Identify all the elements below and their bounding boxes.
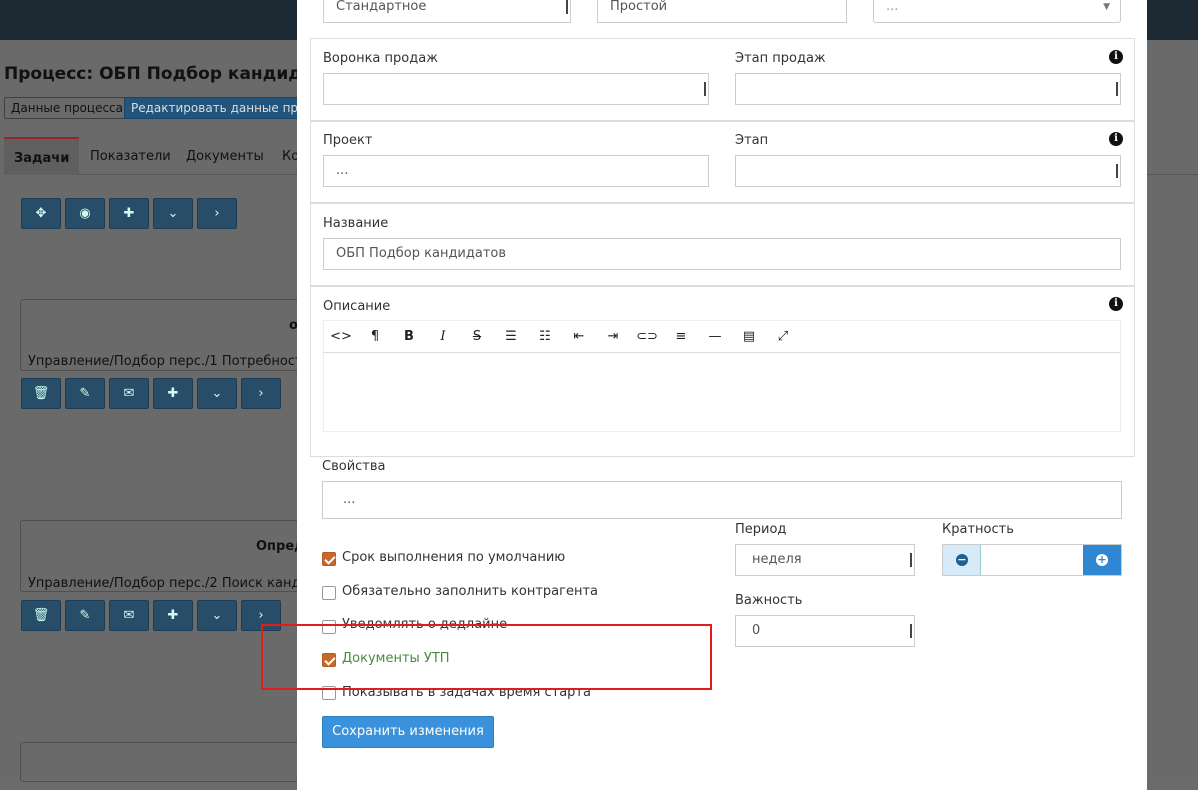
stage-select[interactable]	[735, 155, 1121, 187]
envelope-icon[interactable]: ✉	[109, 600, 149, 631]
kind-input[interactable]: Простой	[597, 0, 847, 23]
default-deadline-label[interactable]: Срок выполнения по умолчанию	[342, 550, 565, 565]
name-label: Название	[323, 216, 389, 231]
align-icon[interactable]: ≡	[666, 321, 696, 352]
period-select[interactable]: неделя	[735, 544, 915, 576]
require-contractor-label[interactable]: Обязательно заполнить контрагента	[342, 584, 598, 599]
info-icon[interactable]: i	[1109, 50, 1123, 64]
outdent-icon[interactable]: ⇤	[564, 321, 594, 352]
properties-input[interactable]: ...	[322, 481, 1122, 519]
type-select[interactable]: Стандартное	[323, 0, 571, 23]
highlight-rectangle	[261, 624, 712, 690]
paragraph-icon[interactable]: ¶	[360, 321, 390, 352]
sales-stage-select[interactable]	[735, 73, 1121, 105]
dropdown-select[interactable]: ... ▼	[873, 0, 1121, 23]
importance-label: Важность	[735, 593, 803, 608]
multiplicity-label: Кратность	[942, 522, 1014, 537]
chevron-down-icon[interactable]: ⌄	[153, 198, 193, 229]
description-editor[interactable]	[323, 353, 1121, 432]
italic-icon[interactable]: I	[428, 321, 458, 352]
decrement-button[interactable]: −	[943, 545, 981, 575]
move-icon[interactable]: ✥	[21, 198, 61, 229]
tab-indicators[interactable]: Показатели	[90, 137, 171, 175]
sales-stage-label: Этап продаж	[735, 51, 826, 66]
stage-label: Этап	[735, 133, 769, 148]
envelope-icon[interactable]: ✉	[109, 378, 149, 409]
link-icon[interactable]: ⊂⊃	[632, 321, 662, 352]
fullscreen-icon[interactable]: ⤢	[768, 321, 798, 352]
multiplicity-stepper: − +	[942, 544, 1122, 576]
importance-input[interactable]: 0	[735, 615, 915, 647]
period-label: Период	[735, 522, 787, 537]
dropdown-select-value: ...	[886, 0, 899, 14]
indent-icon[interactable]: ⇥	[598, 321, 628, 352]
info-icon[interactable]: i	[1109, 297, 1123, 311]
task-card[interactable]	[20, 742, 310, 782]
code-icon[interactable]: <>	[326, 321, 356, 352]
chevron-right-icon[interactable]: ›	[197, 198, 237, 229]
edit-process-button[interactable]: Редактировать данные процесса	[124, 97, 304, 119]
description-label: Описание	[323, 299, 391, 314]
plus-icon: +	[1096, 553, 1108, 566]
project-input[interactable]: ...	[323, 155, 709, 187]
plus-icon[interactable]: ✚	[109, 198, 149, 229]
plus-icon[interactable]: ✚	[153, 378, 193, 409]
require-contractor-checkbox[interactable]	[322, 586, 336, 600]
funnel-label: Воронка продаж	[323, 51, 438, 66]
save-button[interactable]: Сохранить изменения	[322, 716, 494, 748]
unordered-list-icon[interactable]: ☰	[496, 321, 526, 352]
increment-button[interactable]: +	[1083, 545, 1121, 575]
trash-icon[interactable]: 🗑	[21, 378, 61, 409]
funnel-select[interactable]	[323, 73, 709, 105]
minus-icon: −	[956, 553, 968, 566]
task-card-path: Управление/Подбор перс./2 Поиск кандида	[28, 576, 326, 591]
chevron-down-icon[interactable]: ⌄	[197, 378, 237, 409]
process-data-button[interactable]: Данные процесса	[4, 97, 130, 119]
default-deadline-checkbox[interactable]	[322, 552, 336, 566]
pencil-icon[interactable]: ✎	[65, 378, 105, 409]
table-icon[interactable]: ▤	[734, 321, 764, 352]
bold-icon[interactable]: B	[394, 321, 424, 352]
info-icon[interactable]: i	[1109, 132, 1123, 146]
properties-label: Свойства	[322, 459, 386, 474]
chevron-down-icon[interactable]: ⌄	[197, 600, 237, 631]
caret-down-icon: ▼	[1103, 2, 1110, 12]
page-title: Процесс: ОБП Подбор кандидатов	[4, 64, 346, 84]
tab-documents[interactable]: Документы	[186, 137, 264, 175]
tab-tasks[interactable]: Задачи	[4, 137, 80, 175]
ordered-list-icon[interactable]: ☷	[530, 321, 560, 352]
eye-icon[interactable]: ◉	[65, 198, 105, 229]
pencil-icon[interactable]: ✎	[65, 600, 105, 631]
horizontal-rule-icon[interactable]: —	[700, 321, 730, 352]
plus-icon[interactable]: ✚	[153, 600, 193, 631]
task-card-path: Управление/Подбор перс./1 Потребность	[28, 354, 311, 369]
editor-toolbar: <> ¶ B I S ☰ ☷ ⇤ ⇥ ⊂⊃ ≡ — ▤ ⤢	[323, 320, 1121, 353]
trash-icon[interactable]: 🗑	[21, 600, 61, 631]
chevron-right-icon[interactable]: ›	[241, 378, 281, 409]
strikethrough-icon[interactable]: S	[462, 321, 492, 352]
name-input[interactable]: ОБП Подбор кандидатов	[323, 238, 1121, 270]
project-label: Проект	[323, 133, 373, 148]
